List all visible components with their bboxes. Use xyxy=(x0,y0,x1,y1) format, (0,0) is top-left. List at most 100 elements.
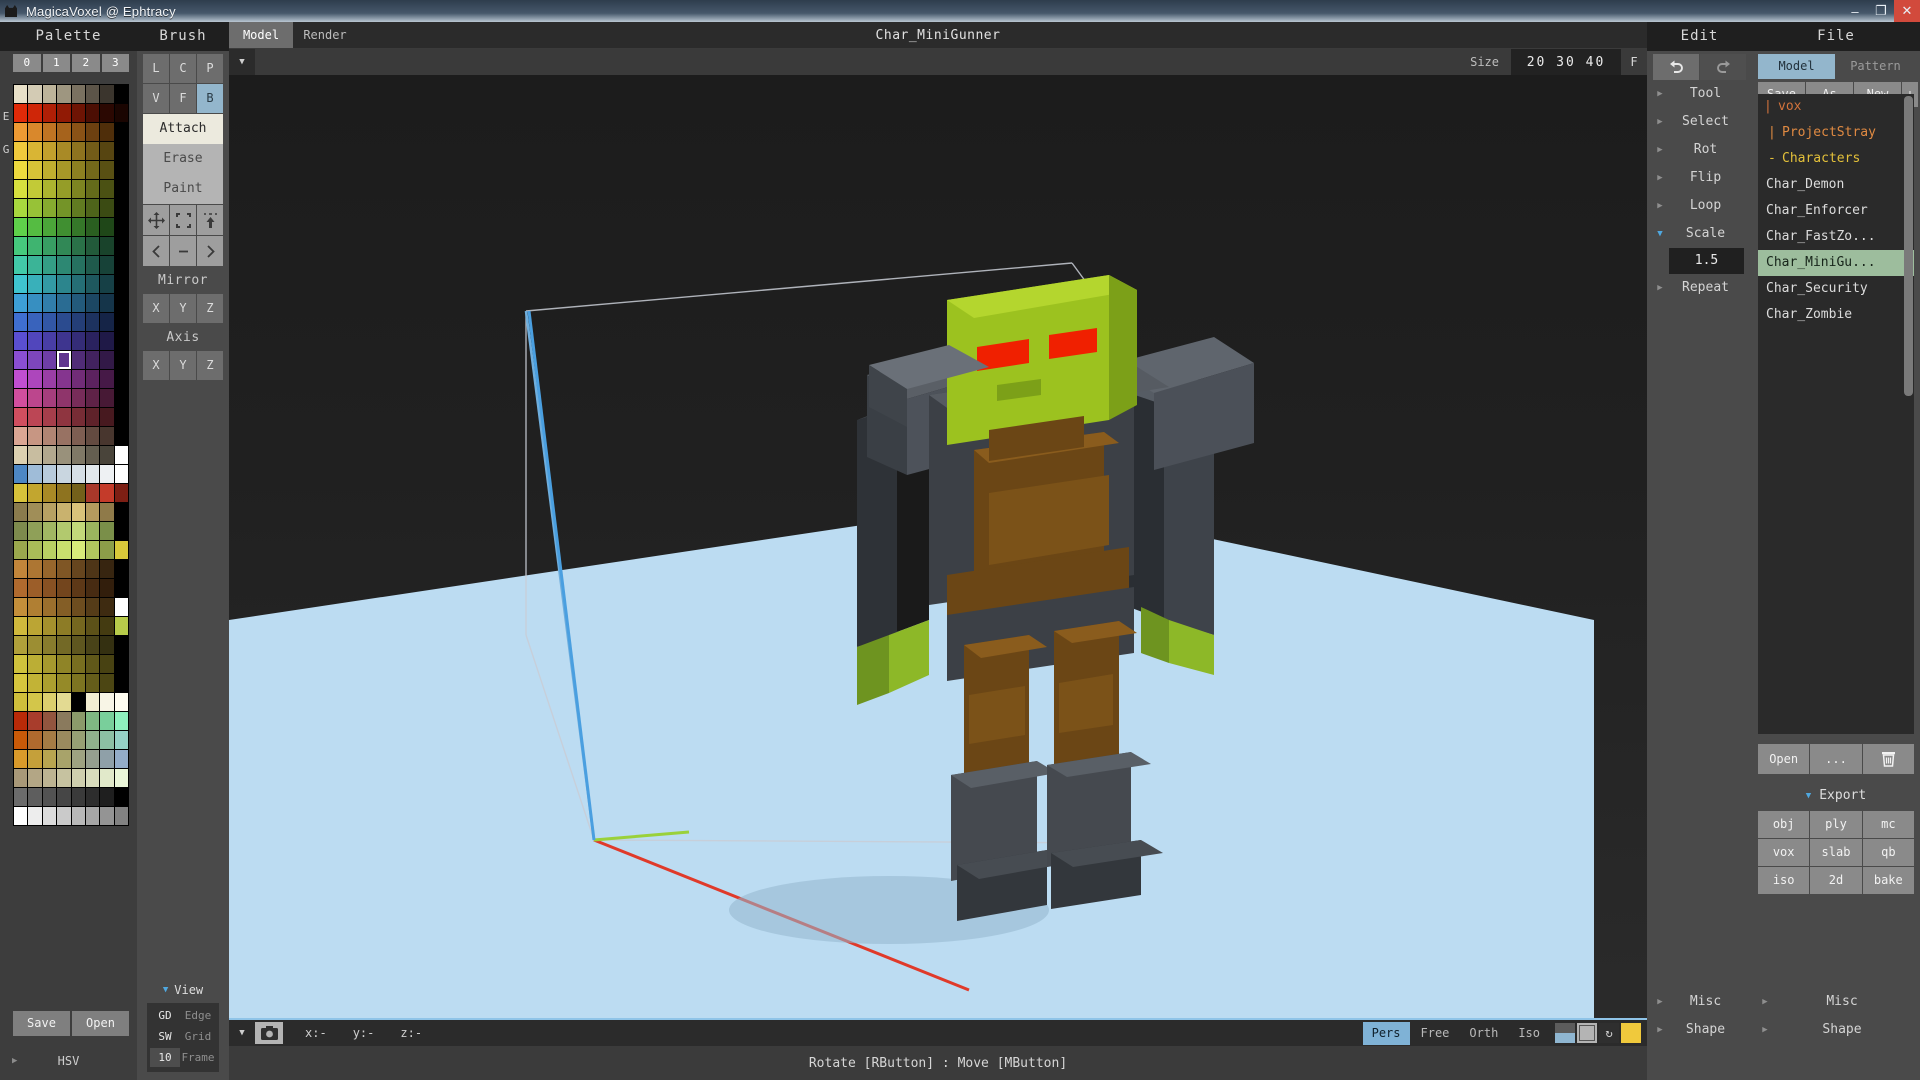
brush-mode-list[interactable]: Attach Erase Paint xyxy=(143,114,223,204)
palette-swatch[interactable] xyxy=(71,712,85,730)
file-open-row[interactable]: Open ... xyxy=(1758,744,1914,774)
edit-item-tool[interactable]: ▶ Tool xyxy=(1647,80,1752,108)
palette-swatch[interactable] xyxy=(42,598,57,616)
palette-swatch[interactable] xyxy=(114,617,128,635)
palette-swatch[interactable] xyxy=(85,142,100,160)
palette-swatch[interactable] xyxy=(85,370,100,388)
palette-swatch[interactable] xyxy=(42,199,57,217)
palette-swatch[interactable] xyxy=(71,427,85,445)
tree-node-vox[interactable]: | vox xyxy=(1758,94,1914,120)
voxel-scene[interactable] xyxy=(229,75,1647,1045)
palette-swatch[interactable] xyxy=(14,313,28,331)
palette-swatch[interactable] xyxy=(85,617,100,635)
tab-render[interactable]: Render xyxy=(293,22,357,48)
palette-swatch[interactable] xyxy=(14,465,28,483)
palette-swatch[interactable] xyxy=(42,788,57,806)
palette-swatch[interactable] xyxy=(14,712,28,730)
tab-model[interactable]: Model xyxy=(229,22,293,48)
brush-shape-row-2[interactable]: VFB xyxy=(143,84,223,113)
palette-swatch[interactable] xyxy=(100,541,114,559)
palette-swatch[interactable] xyxy=(71,731,85,749)
brush-tool-icons[interactable] xyxy=(143,205,223,235)
palette-swatch[interactable] xyxy=(42,427,57,445)
palette-swatch[interactable] xyxy=(114,85,128,103)
palette-swatch[interactable] xyxy=(28,541,42,559)
palette-swatch[interactable] xyxy=(14,674,28,692)
edit-item-select[interactable]: ▶ Select xyxy=(1647,108,1752,136)
shade-color-icon[interactable] xyxy=(1621,1023,1641,1043)
palette-swatch[interactable] xyxy=(114,408,128,426)
palette-swatch[interactable] xyxy=(100,712,114,730)
palette-swatch[interactable] xyxy=(57,85,71,103)
palette-swatch[interactable] xyxy=(114,104,128,122)
palette-swatch[interactable] xyxy=(114,579,128,597)
brush-mode-erase[interactable]: Erase xyxy=(143,144,223,174)
palette-swatch[interactable] xyxy=(42,617,57,635)
file-list-item[interactable]: Char_Demon xyxy=(1758,172,1914,198)
palette-swatch[interactable] xyxy=(85,807,100,825)
palette-swatch[interactable] xyxy=(28,199,42,217)
palette-swatch[interactable] xyxy=(14,161,28,179)
palette-swatch[interactable] xyxy=(42,256,57,274)
window-controls[interactable]: – ❐ ✕ xyxy=(1842,0,1920,22)
palette-swatch[interactable] xyxy=(42,769,57,787)
palette-swatch[interactable] xyxy=(28,142,42,160)
palette-swatch[interactable] xyxy=(114,142,128,160)
palette-swatch[interactable] xyxy=(42,807,57,825)
palette-swatch[interactable] xyxy=(85,750,100,768)
file-list-item[interactable]: Char_Zombie xyxy=(1758,302,1914,328)
palette-swatch[interactable] xyxy=(71,161,85,179)
palette-swatch[interactable] xyxy=(71,256,85,274)
palette-swatch[interactable] xyxy=(114,750,128,768)
palette-swatch[interactable] xyxy=(28,598,42,616)
palette-swatch[interactable] xyxy=(28,161,42,179)
minus-icon[interactable] xyxy=(170,236,196,266)
view-row-frame[interactable]: 10 Frame xyxy=(150,1048,216,1067)
palette-swatch[interactable] xyxy=(100,750,114,768)
palette-swatch[interactable] xyxy=(100,218,114,236)
palette-swatch[interactable] xyxy=(28,522,42,540)
palette-swatch[interactable] xyxy=(14,731,28,749)
palette-swatch[interactable] xyxy=(57,636,71,654)
palette-swatch[interactable] xyxy=(28,484,42,502)
tree-node-projectstray[interactable]: | ProjectStray xyxy=(1758,120,1914,146)
palette-swatch[interactable] xyxy=(14,218,28,236)
palette-swatch[interactable] xyxy=(28,256,42,274)
palette-swatch[interactable] xyxy=(57,465,71,483)
palette-swatch[interactable] xyxy=(42,712,57,730)
palette-swatch[interactable] xyxy=(14,332,28,350)
chevron-down-icon[interactable]: ▼ xyxy=(229,1028,255,1038)
projection-iso[interactable]: Iso xyxy=(1509,1022,1549,1045)
palette-swatch[interactable] xyxy=(85,541,100,559)
palette-swatch[interactable] xyxy=(71,560,85,578)
palette-swatch[interactable] xyxy=(28,693,42,711)
palette-swatch[interactable] xyxy=(100,484,114,502)
palette-swatch[interactable] xyxy=(14,522,28,540)
brush-mode-paint[interactable]: Paint xyxy=(143,174,223,204)
palette-swatch[interactable] xyxy=(114,332,128,350)
palette-swatch[interactable] xyxy=(57,161,71,179)
palette-swatch[interactable] xyxy=(28,180,42,198)
brush-shape-b[interactable]: B xyxy=(197,84,223,113)
palette-swatch[interactable] xyxy=(28,750,42,768)
undo-redo-row[interactable] xyxy=(1653,54,1746,80)
palette-swatch[interactable] xyxy=(114,807,128,825)
palette-swatch[interactable] xyxy=(42,408,57,426)
palette-swatch[interactable] xyxy=(42,351,57,369)
palette-swatch[interactable] xyxy=(57,123,71,141)
projection-free[interactable]: Free xyxy=(1412,1022,1459,1045)
edit-item-repeat[interactable]: ▶ Repeat xyxy=(1647,274,1752,302)
palette-swatch[interactable] xyxy=(71,807,85,825)
palette-swatch[interactable] xyxy=(71,104,85,122)
palette-swatch[interactable] xyxy=(57,769,71,787)
palette-swatch[interactable] xyxy=(28,674,42,692)
palette-swatch[interactable] xyxy=(71,674,85,692)
palette-swatch[interactable] xyxy=(42,294,57,312)
palette-swatch[interactable] xyxy=(85,332,100,350)
palette-swatch[interactable] xyxy=(28,427,42,445)
palette-swatch[interactable] xyxy=(42,142,57,160)
view-options[interactable]: GD Edge SW Grid 10 Frame xyxy=(147,1003,219,1072)
camera-icon[interactable] xyxy=(255,1022,283,1044)
palette-swatch[interactable] xyxy=(85,237,100,255)
palette-swatch[interactable] xyxy=(71,85,85,103)
